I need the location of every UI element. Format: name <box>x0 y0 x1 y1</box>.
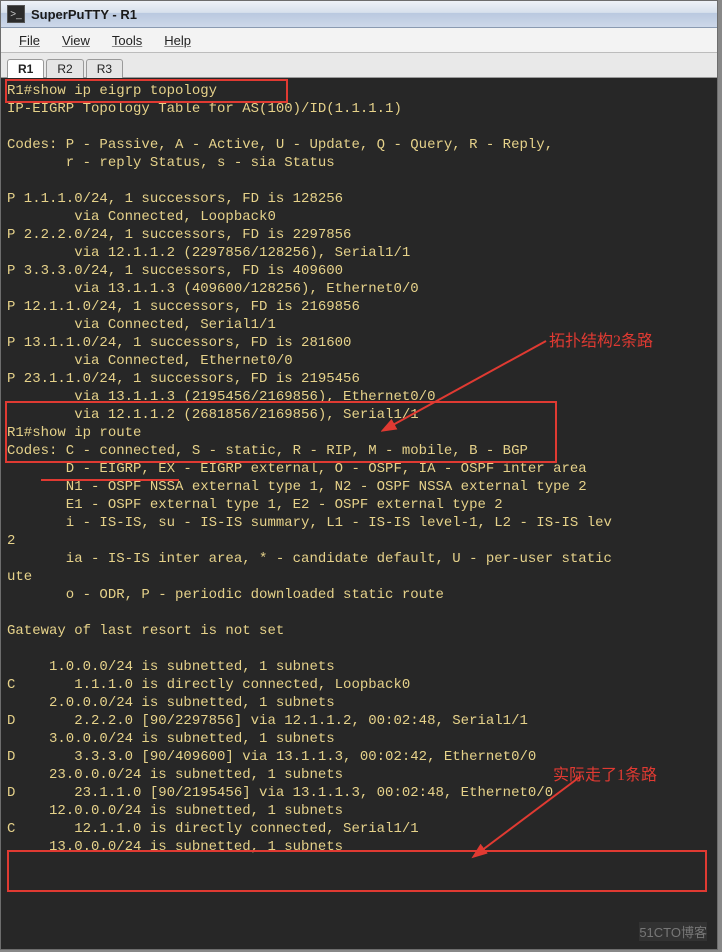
menubar: File View Tools Help <box>1 28 717 53</box>
menu-file[interactable]: File <box>19 33 40 48</box>
tab-r1[interactable]: R1 <box>7 59 44 78</box>
titlebar[interactable]: >_ SuperPuTTY - R1 <box>1 1 717 28</box>
menu-help[interactable]: Help <box>164 33 191 48</box>
window-title: SuperPuTTY - R1 <box>31 7 137 22</box>
highlight-box-route-entry <box>7 850 707 892</box>
tabbar: R1 R2 R3 <box>1 53 717 78</box>
tab-r3[interactable]: R3 <box>86 59 123 78</box>
terminal-output[interactable]: R1#show ip eigrp topology IP-EIGRP Topol… <box>1 78 717 856</box>
app-window: >_ SuperPuTTY - R1 File View Tools Help … <box>0 0 718 950</box>
watermark: 51CTO博客 <box>639 922 707 941</box>
menu-tools[interactable]: Tools <box>112 33 142 48</box>
tab-r2[interactable]: R2 <box>46 59 83 78</box>
menu-view[interactable]: View <box>62 33 90 48</box>
app-icon: >_ <box>7 5 25 23</box>
